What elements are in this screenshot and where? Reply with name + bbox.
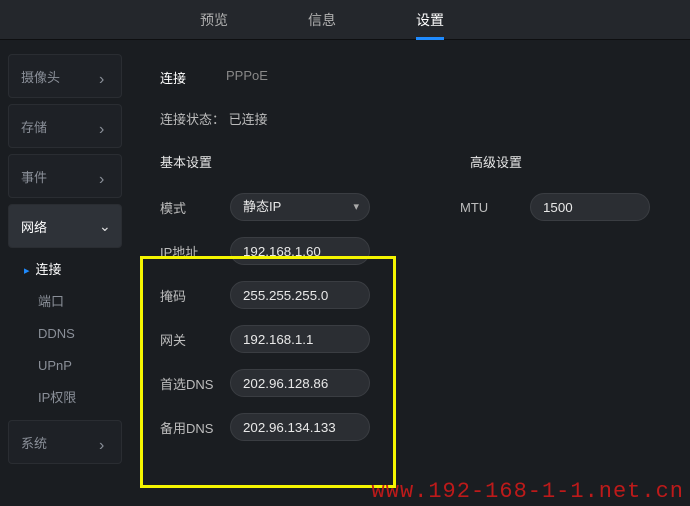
top-tab-bar: 预览 信息 设置 — [0, 0, 690, 40]
sub-tab-bar: 连接 PPPoE — [150, 68, 680, 87]
mask-input[interactable] — [230, 281, 370, 309]
dns1-input[interactable] — [230, 369, 370, 397]
chevron-right-icon — [99, 437, 109, 447]
section-basic-title: 基本设置 — [160, 152, 470, 171]
tab-info[interactable]: 信息 — [308, 0, 336, 40]
sidebar-item-label: 事件 — [21, 167, 47, 186]
sub-tab-pppoe[interactable]: PPPoE — [226, 68, 268, 87]
sidebar-item-camera[interactable]: 摄像头 — [8, 54, 122, 98]
sidebar-item-label: 摄像头 — [21, 67, 60, 86]
sidebar-item-system[interactable]: 系统 — [8, 420, 122, 464]
sidebar-item-label: 系统 — [21, 433, 47, 452]
sidebar-sub-ip-permission[interactable]: IP权限 — [0, 382, 130, 414]
gateway-label: 网关 — [160, 330, 230, 349]
status-value: 已连接 — [229, 112, 268, 127]
sidebar-item-label: 网络 — [21, 217, 47, 236]
mtu-input[interactable] — [530, 193, 650, 221]
dns1-label: 首选DNS — [160, 374, 230, 393]
dns2-label: 备用DNS — [160, 418, 230, 437]
chevron-right-icon — [99, 71, 109, 81]
chevron-right-icon — [99, 121, 109, 131]
mode-select-value: 静态IP — [243, 199, 281, 214]
tab-settings[interactable]: 设置 — [416, 0, 444, 40]
dns2-input[interactable] — [230, 413, 370, 441]
sidebar-sub-ddns[interactable]: DDNS — [0, 318, 130, 350]
mask-label: 掩码 — [160, 286, 230, 305]
mode-select[interactable]: 静态IP — [230, 193, 370, 221]
mode-label: 模式 — [160, 198, 230, 217]
status-label: 连接状态： — [160, 112, 225, 127]
sidebar-sub-upnp[interactable]: UPnP — [0, 350, 130, 382]
sidebar-item-storage[interactable]: 存储 — [8, 104, 122, 148]
sidebar-item-event[interactable]: 事件 — [8, 154, 122, 198]
chevron-down-icon — [99, 221, 109, 231]
sidebar-sub-connection[interactable]: 连接 — [0, 254, 130, 286]
main-content: 连接 PPPoE 连接状态： 已连接 基本设置 高级设置 模式 静态IP MTU… — [140, 48, 690, 506]
section-advanced-title: 高级设置 — [470, 152, 522, 171]
ip-label: IP地址 — [160, 242, 230, 261]
sidebar-item-network[interactable]: 网络 — [8, 204, 122, 248]
mtu-label: MTU — [460, 200, 530, 215]
tab-preview[interactable]: 预览 — [200, 0, 228, 40]
connection-status: 连接状态： 已连接 — [150, 109, 680, 128]
sub-tab-connection[interactable]: 连接 — [160, 68, 186, 87]
gateway-input[interactable] — [230, 325, 370, 353]
chevron-right-icon — [99, 171, 109, 181]
sidebar-sub-port[interactable]: 端口 — [0, 286, 130, 318]
ip-input[interactable] — [230, 237, 370, 265]
sidebar: 摄像头 存储 事件 网络 连接 端口 DDNS UPnP IP权限 系统 — [0, 48, 130, 506]
section-titles: 基本设置 高级设置 — [150, 152, 680, 171]
sidebar-item-label: 存储 — [21, 117, 47, 136]
